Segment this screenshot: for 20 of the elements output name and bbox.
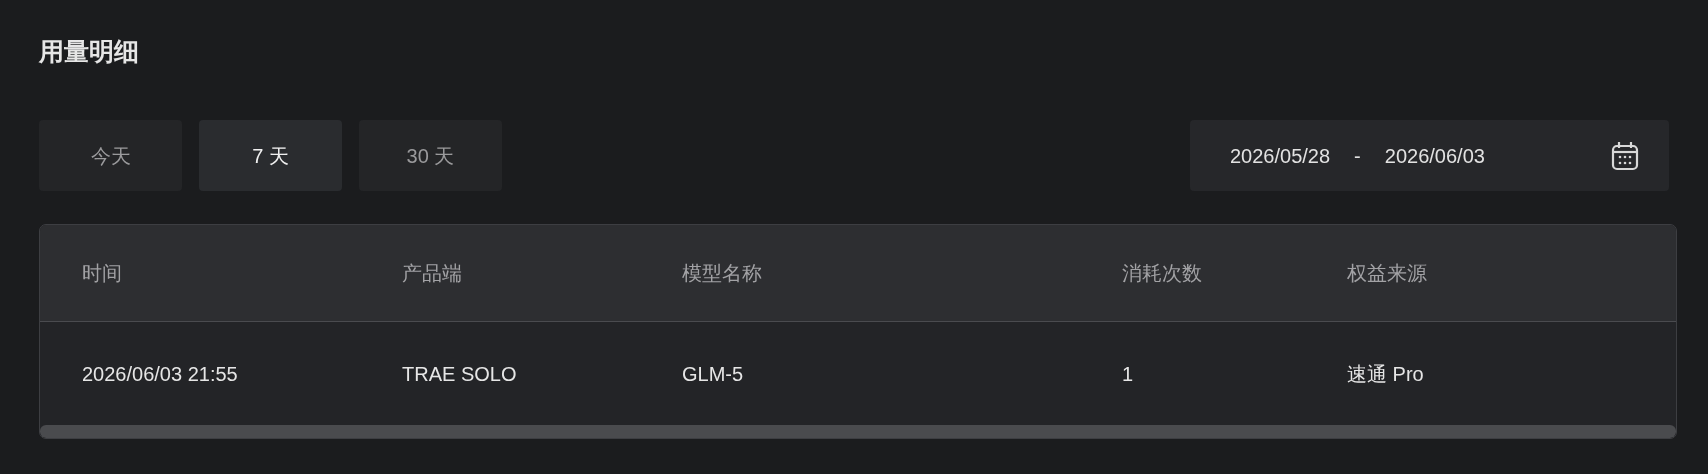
date-separator: - <box>1354 143 1361 169</box>
range-tab[interactable]: 7 天 <box>199 120 342 191</box>
column-header: 模型名称 <box>682 262 762 284</box>
table-cell: 2026/06/03 21:55 <box>82 362 238 385</box>
end-date: 2026/06/03 <box>1384 143 1485 169</box>
column-header: 产品端 <box>402 262 462 284</box>
start-date: 2026/05/28 <box>1230 143 1331 169</box>
column-header: 权益来源 <box>1347 262 1427 284</box>
page-title: 用量明细 <box>39 36 139 67</box>
table-cell: GLM-5 <box>682 362 744 385</box>
range-tab[interactable]: 30 天 <box>359 120 502 191</box>
range-tab[interactable]: 今天 <box>39 120 182 191</box>
horizontal-scrollbar[interactable] <box>40 425 1676 438</box>
calendar-icon[interactable] <box>1611 140 1639 171</box>
column-header: 消耗次数 <box>1122 262 1202 284</box>
table-cell: TRAE SOLO <box>402 362 517 385</box>
table-cell: 1 <box>1122 362 1134 385</box>
date-range-picker[interactable]: 2026/05/28 - 2026/06/03 <box>1190 120 1669 191</box>
table-cell: 速通 Pro <box>1347 362 1424 385</box>
column-header: 时间 <box>82 262 122 284</box>
